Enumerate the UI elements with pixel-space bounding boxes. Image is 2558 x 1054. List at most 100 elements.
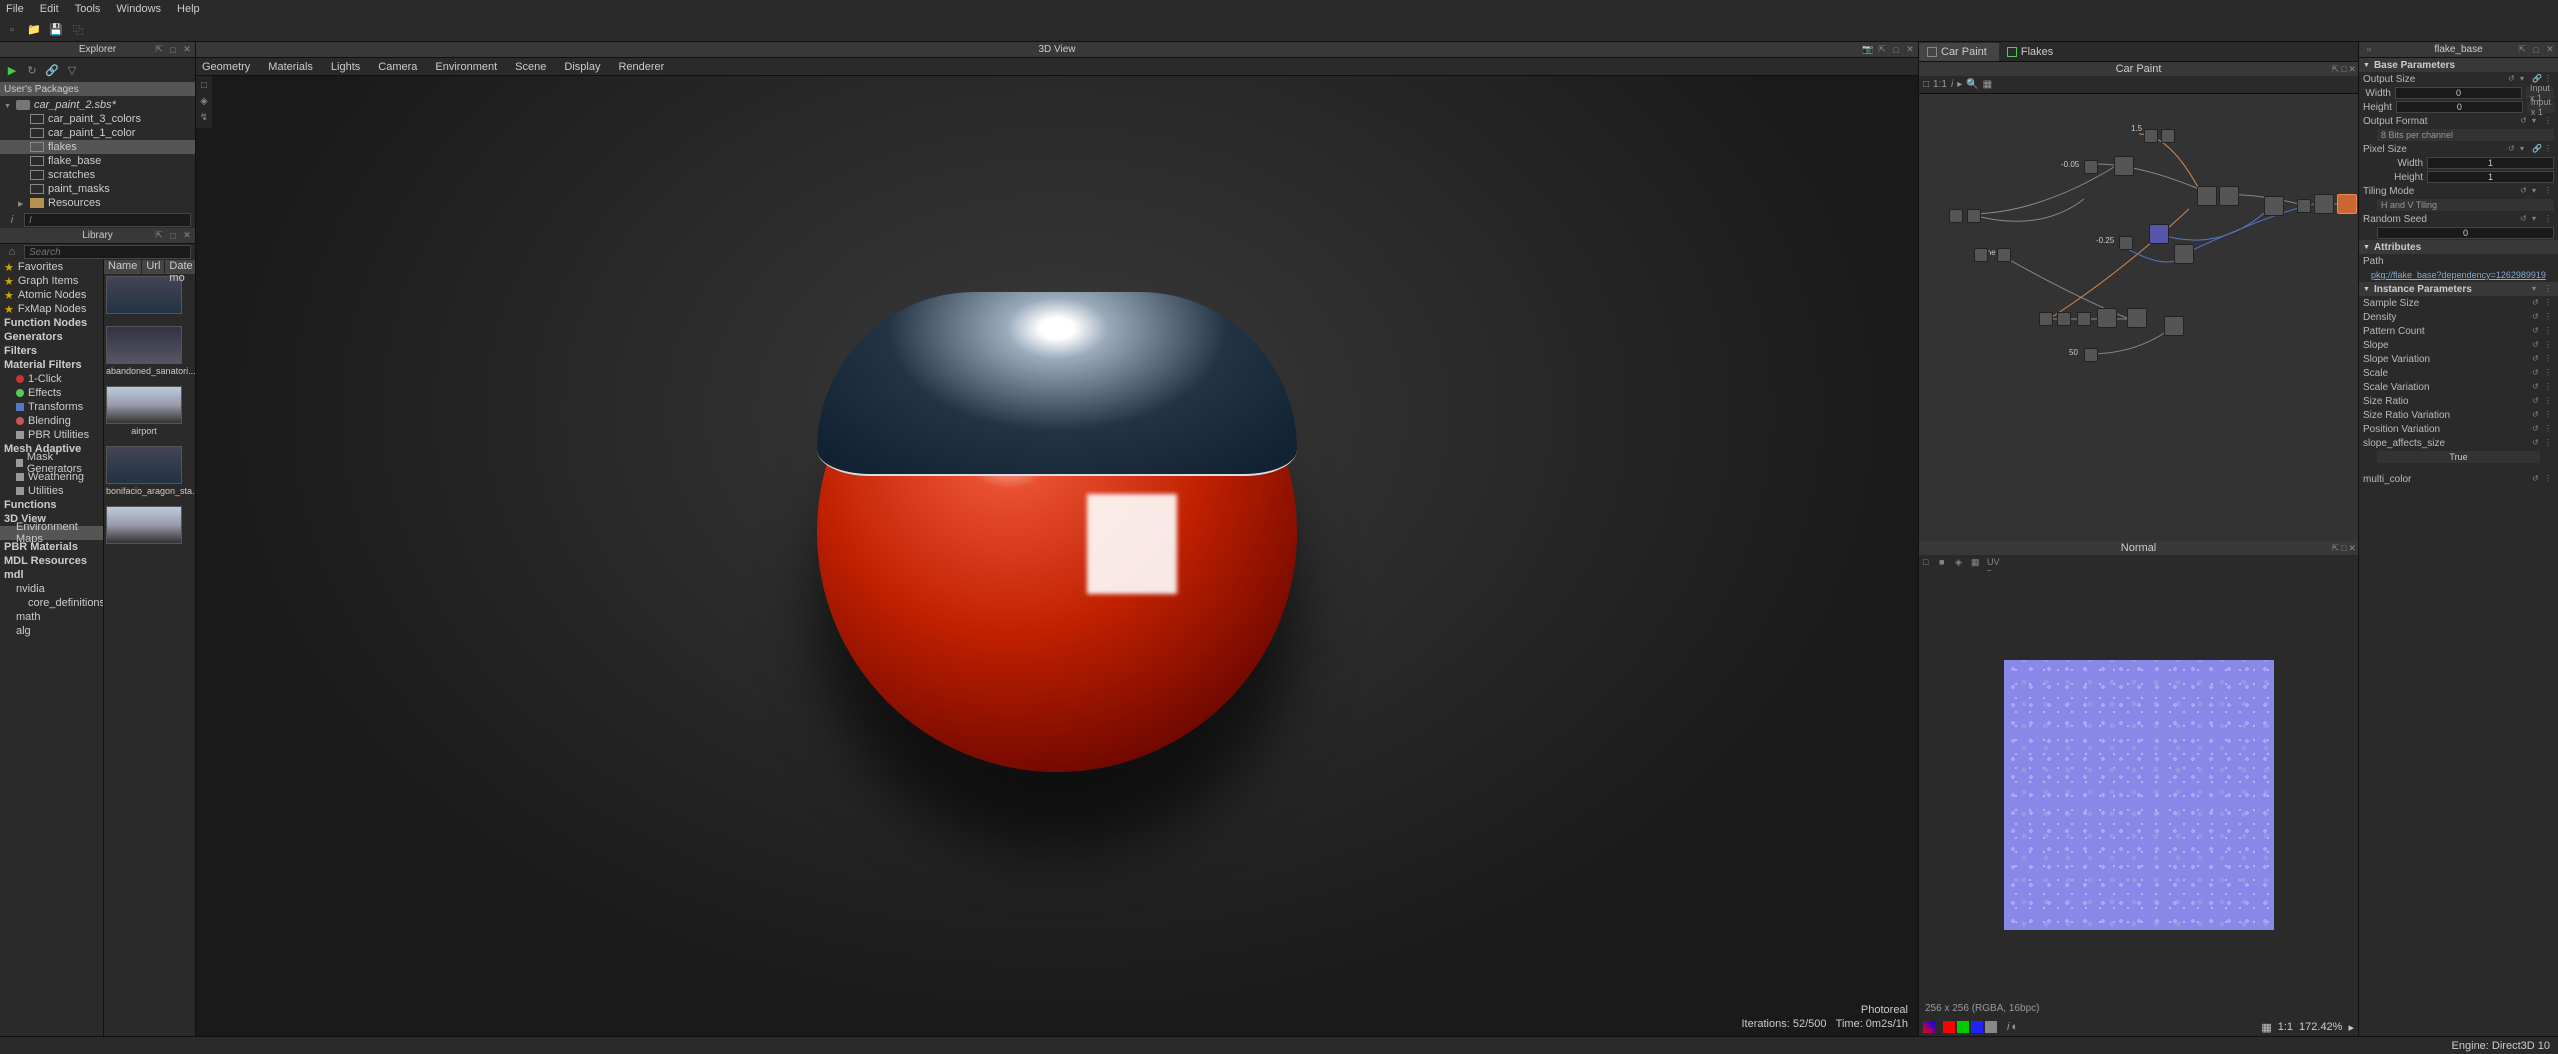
maximize-icon[interactable]: □ (2341, 543, 2346, 554)
dock-icon[interactable]: ⇱ (1876, 44, 1888, 56)
menu-icon[interactable]: ⋮ (2544, 340, 2554, 350)
open-icon[interactable]: 📁 (26, 22, 42, 38)
close-icon[interactable]: ✕ (2348, 64, 2356, 75)
graph-node[interactable] (2149, 224, 2169, 244)
expose-icon[interactable]: ▾ (2532, 214, 2542, 224)
pheight-input[interactable] (2427, 171, 2554, 183)
pv-icon[interactable]: ▦ (2261, 1021, 2271, 1034)
expose-icon[interactable]: ▾ (2532, 116, 2542, 126)
dock-icon[interactable]: ⇱ (2516, 44, 2528, 56)
expose-icon[interactable]: ▾ (2520, 74, 2530, 84)
dock-icon[interactable]: ⇱ (2331, 64, 2339, 75)
library-category[interactable]: ★FxMap Nodes (0, 302, 103, 316)
menu-icon[interactable]: ⋮ (2544, 284, 2554, 294)
add-icon[interactable]: ▾ (2532, 284, 2542, 294)
gt-icon[interactable]: ▦ (1983, 79, 1992, 90)
close-icon[interactable]: ✕ (1904, 44, 1916, 56)
zoom-ratio[interactable]: 1:1 (2278, 1021, 2293, 1033)
expand-icon[interactable] (18, 197, 30, 209)
save-icon[interactable]: 💾 (48, 22, 64, 38)
menu-icon[interactable]: ⋮ (2544, 396, 2554, 406)
tab-display[interactable]: Display (564, 61, 600, 73)
graph-node[interactable] (2114, 156, 2134, 176)
library-category[interactable]: ★Graph Items (0, 274, 103, 288)
pv-uv[interactable]: UV ▾ (1987, 557, 1999, 569)
new-icon[interactable]: ▫ (4, 22, 20, 38)
gt-icon[interactable]: ▸ (1957, 79, 1962, 90)
menu-icon[interactable]: ⋮ (2544, 424, 2554, 434)
menu-icon[interactable]: ⋮ (2544, 438, 2554, 448)
library-category[interactable]: Environment Maps (0, 526, 103, 540)
tab-camera[interactable]: Camera (378, 61, 417, 73)
reset-icon[interactable]: ↺ (2532, 410, 2542, 420)
pv-info-icon[interactable]: i (2007, 1021, 2009, 1033)
library-category[interactable]: PBR Utilities (0, 428, 103, 442)
maximize-icon[interactable]: □ (167, 230, 179, 242)
library-category[interactable]: Effects (0, 386, 103, 400)
menu-icon[interactable]: ⋮ (2544, 144, 2554, 154)
reset-icon[interactable]: ↺ (2532, 382, 2542, 392)
pv-icon[interactable]: ▦ (1971, 557, 1983, 569)
maximize-icon[interactable]: □ (1890, 44, 1902, 56)
play-icon[interactable]: ▶ (4, 62, 20, 78)
gt-info-icon[interactable]: i (1951, 79, 1953, 90)
graph-node[interactable] (2084, 160, 2098, 174)
dock-icon[interactable]: ⇱ (153, 44, 165, 56)
section-base-parameters[interactable]: ▼ Base Parameters (2359, 58, 2558, 72)
close-icon[interactable]: ✕ (2544, 44, 2556, 56)
reset-icon[interactable]: ↺ (2520, 186, 2530, 196)
pv-icon[interactable]: ▸ (2348, 1021, 2354, 1034)
tree-item[interactable]: flakes (0, 140, 195, 154)
reset-icon[interactable]: ↺ (2532, 438, 2542, 448)
reset-icon[interactable]: ↺ (2532, 396, 2542, 406)
menu-file[interactable]: File (6, 3, 24, 15)
library-item[interactable]: abandoned_sanatori... (104, 324, 184, 384)
gt-ratio[interactable]: 1:1 (1933, 79, 1947, 90)
height-input[interactable] (2396, 101, 2523, 113)
reset-icon[interactable]: ↺ (2532, 424, 2542, 434)
node-graph-canvas[interactable]: 1.5 -0.05 -0.25 sine 5 (1919, 94, 2358, 541)
menu-icon[interactable]: ⋮ (2544, 368, 2554, 378)
library-category[interactable]: mdl (0, 568, 103, 582)
reset-icon[interactable]: ↺ (2532, 340, 2542, 350)
reset-icon[interactable]: ↺ (2532, 326, 2542, 336)
reset-icon[interactable]: ↺ (2532, 474, 2542, 484)
library-category[interactable]: nvidia (0, 582, 103, 596)
graph-node[interactable] (2057, 312, 2071, 326)
reset-icon[interactable]: ↺ (2508, 144, 2518, 154)
library-search-input[interactable] (24, 245, 191, 259)
graph-node[interactable] (2144, 129, 2158, 143)
vp-icon-2[interactable]: ◈ (198, 96, 210, 108)
library-category[interactable]: alg (0, 624, 103, 638)
channel-a[interactable] (1985, 1021, 1997, 1033)
reset-icon[interactable]: ↺ (2508, 74, 2518, 84)
graph-node[interactable] (2039, 312, 2053, 326)
output-format-value[interactable]: 8 Bits per channel (2377, 129, 2554, 141)
library-category[interactable]: Filters (0, 344, 103, 358)
col-url[interactable]: Url (142, 260, 165, 274)
gt-zoom-icon[interactable]: 🔍 (1966, 79, 1978, 90)
graph-node[interactable] (2197, 186, 2217, 206)
tab-renderer[interactable]: Renderer (618, 61, 664, 73)
seed-input[interactable] (2377, 227, 2554, 239)
library-category[interactable]: Function Nodes (0, 316, 103, 330)
library-category[interactable]: Blending (0, 414, 103, 428)
menu-icon[interactable]: ⋮ (2544, 382, 2554, 392)
library-category[interactable]: Utilities (0, 484, 103, 498)
library-item[interactable]: airport (104, 384, 184, 444)
menu-edit[interactable]: Edit (40, 3, 59, 15)
pwidth-input[interactable] (2427, 157, 2554, 169)
graph-node[interactable] (2164, 316, 2184, 336)
graph-node[interactable] (1949, 209, 1963, 223)
tree-item[interactable]: car_paint_3_colors (0, 112, 195, 126)
close-icon[interactable]: ✕ (181, 230, 193, 242)
graph-node[interactable] (2264, 196, 2284, 216)
camera-icon[interactable]: 📷 (1862, 44, 1874, 56)
menu-icon[interactable]: ⋮ (2544, 474, 2554, 484)
graph-node[interactable] (1974, 248, 1988, 262)
library-category[interactable]: Functions (0, 498, 103, 512)
tree-item[interactable]: Resources (0, 196, 195, 210)
menu-icon[interactable]: ⋮ (2544, 312, 2554, 322)
tab-materials[interactable]: Materials (268, 61, 313, 73)
width-input[interactable] (2395, 87, 2522, 99)
